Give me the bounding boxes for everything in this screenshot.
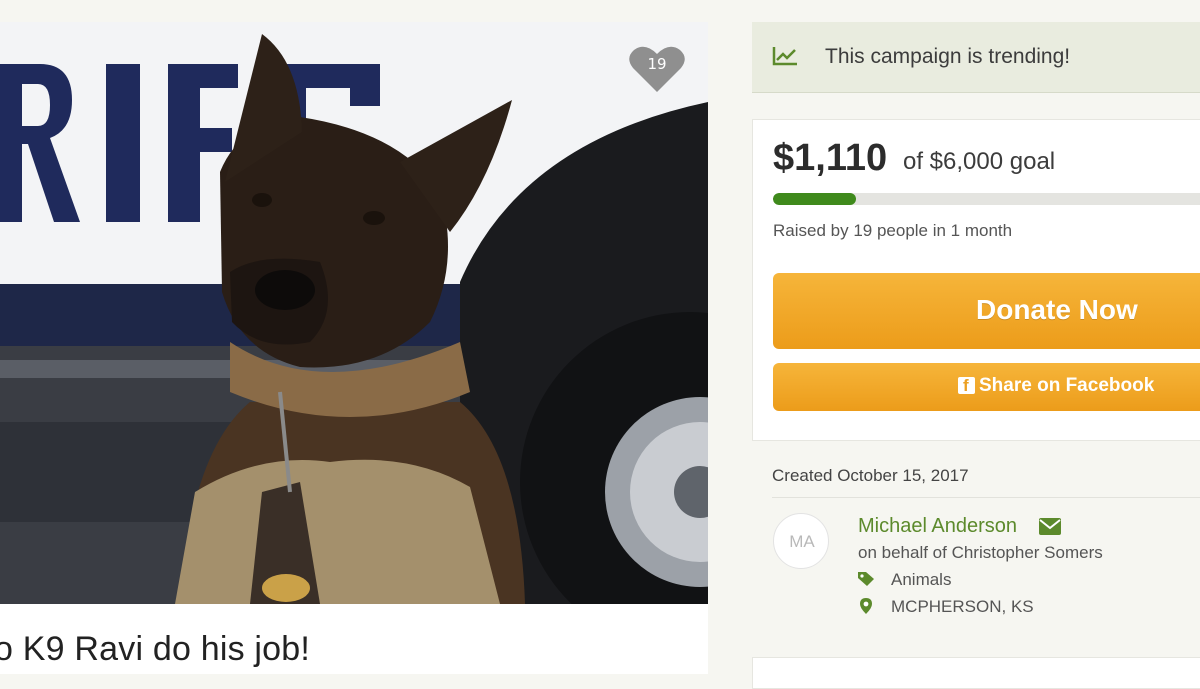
divider <box>772 497 1200 498</box>
share-label: Share on Facebook <box>979 375 1155 396</box>
campaign-hero-image <box>0 22 708 604</box>
category-link[interactable]: Animals <box>891 570 951 590</box>
location-text: MCPHERSON, KS <box>891 597 1034 616</box>
avatar: MA <box>773 513 829 569</box>
organizer-name-link[interactable]: Michael Anderson <box>858 515 1017 538</box>
donate-now-button[interactable]: Donate Now <box>773 273 1200 349</box>
progress-bar <box>773 193 1200 205</box>
like-heart-button[interactable]: 19 <box>628 44 686 94</box>
tag-icon <box>858 572 874 586</box>
on-behalf-text: on behalf of Christopher Somers <box>858 543 1103 562</box>
envelope-icon[interactable] <box>1039 518 1061 535</box>
next-card-edge <box>752 657 1200 689</box>
heart-count: 19 <box>647 55 667 73</box>
campaign-title: o K9 Ravi do his job! <box>0 630 311 668</box>
location-pin-icon <box>860 598 872 614</box>
raised-by-text: Raised by 19 people in 1 month <box>773 221 1013 240</box>
trending-chart-icon <box>772 47 797 66</box>
avatar-initials: MA <box>789 532 815 551</box>
trending-banner: This campaign is trending! <box>752 22 1200 93</box>
raised-amount: $1,110 <box>773 137 888 179</box>
donate-label: Donate Now <box>976 294 1138 325</box>
share-facebook-button[interactable]: f Share on Facebook <box>773 363 1200 411</box>
facebook-icon: f <box>958 376 975 395</box>
trending-text: This campaign is trending! <box>825 45 1071 68</box>
created-date: Created October 15, 2017 <box>772 466 969 485</box>
donation-card: $1,110 of $6,000 goal Raised by 19 peopl… <box>752 119 1200 441</box>
goal-text: of $6,000 goal <box>903 148 1056 175</box>
k9-dog-photo <box>0 22 708 604</box>
progress-fill <box>773 193 857 205</box>
